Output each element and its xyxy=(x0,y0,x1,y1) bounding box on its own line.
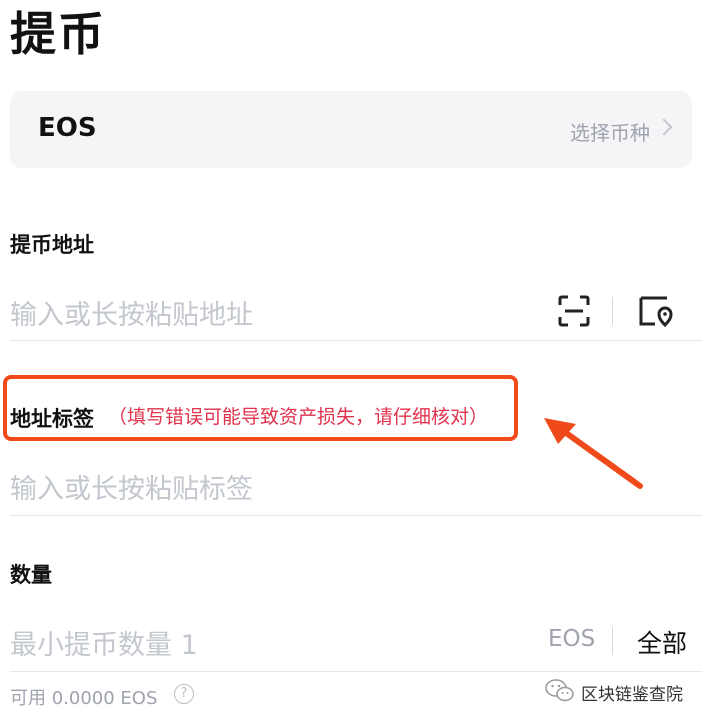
coin-selector[interactable]: EOS 选择币种 xyxy=(10,91,692,168)
chevron-right-icon xyxy=(655,118,673,136)
address-input[interactable]: 输入或长按粘贴地址 xyxy=(10,293,253,332)
address-book-icon[interactable] xyxy=(638,295,674,327)
withdraw-all-button[interactable]: 全部 xyxy=(637,624,687,660)
selected-coin: EOS xyxy=(38,113,97,143)
divider xyxy=(10,340,702,341)
unit-separator xyxy=(612,627,613,655)
annotation-arrow-icon xyxy=(544,418,643,489)
help-icon[interactable]: ? xyxy=(174,684,194,704)
divider xyxy=(10,671,702,672)
amount-input[interactable]: 最小提币数量 1 xyxy=(10,623,198,662)
memo-label: 地址标签 xyxy=(10,407,94,431)
watermark-text: 区块链鉴查院 xyxy=(581,685,683,705)
icon-separator xyxy=(612,297,613,325)
available-balance: 可用 0.0000 EOS xyxy=(10,688,158,709)
amount-unit: EOS xyxy=(548,626,596,652)
memo-input[interactable]: 输入或长按粘贴标签 xyxy=(10,467,253,506)
wechat-icon xyxy=(545,679,574,702)
select-coin-hint: 选择币种 xyxy=(570,121,650,145)
scan-icon[interactable] xyxy=(558,295,590,327)
memo-warning: （填写错误可能导致资产损失，请仔细核对） xyxy=(108,406,489,428)
page-title: 提币 xyxy=(10,7,106,61)
divider xyxy=(10,515,702,516)
amount-label: 数量 xyxy=(10,563,52,587)
address-label: 提币地址 xyxy=(10,233,94,257)
